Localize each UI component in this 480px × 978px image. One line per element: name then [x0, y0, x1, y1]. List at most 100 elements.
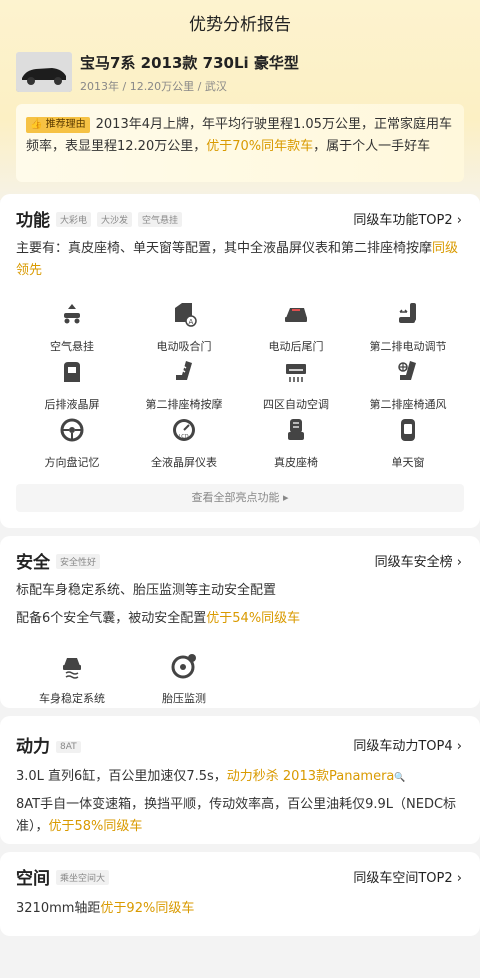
- space-badge: 乘坐空间大: [56, 870, 110, 885]
- reason-highlight: 优于70%同年款车: [206, 139, 314, 154]
- function-title: 功能 大彩电 大沙发 空气悬挂: [16, 206, 183, 231]
- feature-label: 第二排座椅通风: [369, 398, 447, 411]
- safety-card: 安全 安全性好 同级车安全榜 › 标配车身稳定系统、胎压监测等主动安全配置 配备6…: [0, 536, 480, 708]
- safety-badge: 安全性好: [56, 554, 101, 569]
- play-right-icon: ▸: [282, 491, 289, 504]
- safety-line-2-text: 配备6个安全气囊，被动安全配置: [16, 611, 207, 626]
- feature-item[interactable]: 空气悬挂: [16, 300, 128, 358]
- seat-massage-icon: [176, 361, 192, 380]
- space-title: 空间 乘坐空间大: [16, 864, 110, 889]
- reason-text-end: ，属于个人一手好车: [313, 139, 431, 154]
- safety-rank-link[interactable]: 同级车安全榜 ›: [375, 551, 462, 570]
- feature-item[interactable]: 车身稳定系统: [16, 652, 128, 710]
- function-card: 功能 大彩电 大沙发 空气悬挂 同级车功能TOP2 › 主要有：真皮座椅、单天窗等配置…: [0, 194, 480, 528]
- power-badge: 8AT: [56, 741, 81, 753]
- page-title: 优势分析报告: [189, 15, 291, 35]
- space-line-highlight: 优于92%同级车: [100, 901, 195, 916]
- recommend-tag-label: 推荐理由: [45, 119, 86, 130]
- function-badge-2: 大沙发: [97, 212, 133, 227]
- power-title-text: 动力: [16, 737, 50, 757]
- seat-vent-icon: [398, 361, 416, 380]
- space-rank-label: 同级车空间TOP2: [353, 871, 453, 886]
- feature-item[interactable]: 真皮座椅: [240, 416, 352, 474]
- feature-label: 第二排电动调节: [369, 340, 447, 353]
- car-name: 宝马7系 2013款 730Li 豪华型: [80, 54, 299, 72]
- feature-label: 后排液晶屏: [44, 398, 100, 411]
- feature-label: 四区自动空调: [263, 398, 329, 411]
- space-rank-link[interactable]: 同级车空间TOP2 ›: [353, 867, 462, 886]
- feature-label: 空气悬挂: [50, 340, 94, 353]
- leather-seat-icon: [288, 419, 304, 440]
- function-rank-label: 同级车功能TOP2: [353, 213, 453, 228]
- recommend-tag: 👍 推荐理由: [26, 117, 90, 133]
- space-line: 3210mm轴距优于92%同级车: [16, 898, 466, 920]
- chevron-right-icon: ›: [456, 871, 462, 886]
- chevron-right-icon: ›: [456, 555, 462, 570]
- power-line-2: 8AT手自一体变速箱，换挡平顺，传动效率高，百公里油耗仅9.9L（NEDC标准）…: [16, 794, 466, 838]
- space-title-text: 空间: [16, 869, 50, 889]
- see-all-features-button[interactable]: 查看全部亮点功能 ▸: [16, 484, 464, 512]
- feature-label: 电动吸合门: [156, 340, 212, 353]
- feature-label: 胎压监测: [162, 692, 206, 705]
- safety-rank-label: 同级车安全榜: [374, 555, 453, 570]
- safety-line-1: 标配车身稳定系统、胎压监测等主动安全配置: [16, 583, 277, 598]
- space-card: 空间 乘坐空间大 同级车空间TOP2 › 3210mm轴距优于92%同级车: [0, 852, 480, 936]
- feature-label: 第二排座椅按摩: [145, 398, 223, 411]
- svg-text:LCD: LCD: [179, 434, 189, 440]
- power-card: 动力 8AT 同级车动力TOP4 › 3.0L 直列6缸，百公里加速仅7.5s，动…: [0, 716, 480, 844]
- feature-item[interactable]: 胎压监测: [128, 652, 240, 710]
- soft-close-door-icon: A: [175, 303, 197, 327]
- chevron-right-icon: ›: [456, 739, 462, 754]
- car-info: 2013年 / 12.20万公里 / 武汉: [80, 80, 227, 93]
- safety-line-2-highlight: 优于54%同级车: [206, 611, 301, 626]
- chevron-right-icon: ›: [456, 213, 462, 228]
- car-thumbnail: [16, 52, 72, 92]
- function-rank-link[interactable]: 同级车功能TOP2 ›: [353, 209, 462, 228]
- lcd-cluster-icon: LCD: [173, 419, 195, 441]
- feature-item[interactable]: A 电动吸合门: [128, 300, 240, 358]
- feature-label: 电动后尾门: [268, 340, 324, 353]
- function-badge-3: 空气悬挂: [138, 212, 183, 227]
- power-line-1-highlight[interactable]: 动力秒杀 2013款Panamera: [227, 769, 395, 784]
- tire-pressure-icon: [171, 654, 196, 679]
- power-line-1-text: 3.0L 直列6缸，百公里加速仅7.5s，: [16, 769, 227, 784]
- svg-text:A: A: [189, 318, 194, 326]
- feature-label: 车身稳定系统: [39, 692, 105, 705]
- safety-feature-grid: 车身稳定系统 胎压监测: [16, 652, 464, 710]
- rear-screen-icon: [64, 362, 80, 382]
- space-line-text: 3210mm轴距: [16, 901, 101, 916]
- function-badge-1: 大彩电: [56, 212, 92, 227]
- power-line-1: 3.0L 直列6缸，百公里加速仅7.5s，动力秒杀 2013款Panamera🔍: [16, 766, 466, 789]
- climate-icon: [286, 364, 306, 382]
- air-suspension-icon: [64, 304, 80, 324]
- search-icon[interactable]: 🔍: [394, 773, 405, 783]
- see-all-label: 查看全部亮点功能: [191, 491, 280, 504]
- feature-label: 真皮座椅: [274, 456, 318, 469]
- power-title: 动力 8AT: [16, 732, 81, 757]
- feature-item[interactable]: 方向盘记忆: [16, 416, 128, 474]
- feature-item[interactable]: 后排液晶屏: [16, 358, 128, 416]
- feature-label: 方向盘记忆: [44, 456, 100, 469]
- power-rank-label: 同级车动力TOP4: [353, 739, 453, 754]
- function-desc-text: 主要有：真皮座椅、单天窗等配置，其中全液晶屏仪表和第二排座椅按摩: [16, 241, 433, 256]
- feature-item[interactable]: 第二排座椅通风: [352, 358, 464, 416]
- seat-adjust-icon: [399, 303, 416, 323]
- power-rank-link[interactable]: 同级车动力TOP4 ›: [353, 735, 462, 754]
- safety-title-text: 安全: [16, 553, 50, 573]
- feature-item[interactable]: 四区自动空调: [240, 358, 352, 416]
- safety-line-2: 配备6个安全气囊，被动安全配置优于54%同级车: [16, 608, 466, 630]
- power-line-2-highlight: 优于58%同级车: [48, 819, 143, 834]
- stability-icon: [63, 658, 81, 679]
- power-tailgate-icon: [285, 308, 307, 322]
- function-title-text: 功能: [16, 211, 50, 231]
- feature-item[interactable]: 第二排电动调节: [352, 300, 464, 358]
- feature-item[interactable]: 第二排座椅按摩: [128, 358, 240, 416]
- feature-item[interactable]: LCD 全液晶屏仪表: [128, 416, 240, 474]
- feature-label: 单天窗: [391, 456, 425, 469]
- feature-grid: 空气悬挂 A 电动吸合门 电动后尾门 第二排电动调节 后排液晶屏 第二排座椅按摩…: [16, 300, 464, 474]
- feature-item[interactable]: 单天窗: [352, 416, 464, 474]
- sunroof-icon: [401, 419, 415, 441]
- safety-title: 安全 安全性好: [16, 548, 101, 573]
- steering-memory-icon: [60, 418, 84, 442]
- feature-item[interactable]: 电动后尾门: [240, 300, 352, 358]
